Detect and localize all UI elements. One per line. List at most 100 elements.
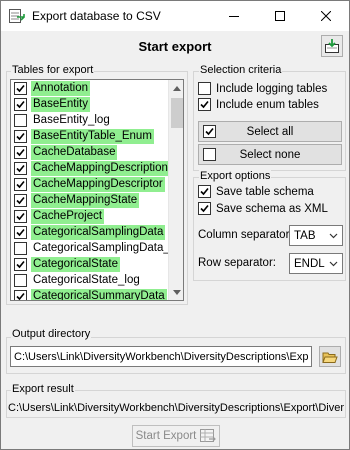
checkbox-box[interactable] — [198, 98, 211, 111]
include-enum-checkbox[interactable]: Include enum tables — [198, 98, 319, 111]
checkbox-box[interactable] — [198, 202, 211, 215]
checkbox-box[interactable] — [198, 185, 211, 198]
table-row[interactable]: CacheMappingDescriptor — [11, 176, 168, 192]
table-row-checkbox[interactable] — [14, 193, 27, 207]
table-row-label: CacheMappingDescription — [31, 160, 168, 176]
table-row-checkbox[interactable] — [14, 289, 27, 300]
select-none-box-icon — [203, 148, 216, 161]
table-row-label: CategoricalState — [31, 256, 121, 272]
table-row-label: CategoricalSummaryData — [31, 288, 167, 300]
scroll-up-button[interactable] — [169, 80, 183, 96]
include-logging-label: Include logging tables — [216, 82, 328, 95]
folder-open-icon — [322, 352, 338, 363]
row-separator-label: Row separator: — [198, 257, 276, 269]
table-row-label: BaseEntity — [31, 96, 90, 112]
title-bar[interactable]: Export database to CSV — [1, 1, 349, 31]
table-row-label: CategoricalState_log — [33, 273, 140, 286]
tables-group-label: Tables for export — [11, 64, 95, 76]
csv-export-app-icon — [9, 8, 25, 24]
close-button[interactable] — [303, 1, 349, 31]
table-row[interactable]: CategoricalState_log — [11, 272, 168, 288]
include-logging-checkbox[interactable]: Include logging tables — [198, 82, 327, 95]
checkbox-box[interactable] — [198, 82, 211, 95]
minimize-button[interactable] — [211, 1, 257, 31]
table-row[interactable]: CacheMappingDescription — [11, 160, 168, 176]
column-separator-select[interactable]: TAB — [289, 225, 343, 246]
table-row-checkbox[interactable] — [14, 129, 27, 143]
select-all-button[interactable]: Select all — [198, 121, 342, 142]
minimize-icon — [229, 16, 239, 17]
save-schema-checkbox[interactable]: Save table schema — [198, 185, 314, 198]
output-directory-field[interactable]: C:\Users\Link\DiversityWorkbench\Diversi… — [10, 346, 312, 367]
table-row-checkbox[interactable] — [14, 257, 27, 271]
output-directory-path: C:\Users\Link\DiversityWorkbench\Diversi… — [14, 350, 309, 363]
select-none-label: Select none — [239, 148, 301, 161]
table-row-label: CategoricalSamplingData_log — [33, 241, 168, 254]
row-separator-select[interactable]: ENDL — [289, 253, 343, 274]
window-title: Export database to CSV — [32, 9, 161, 23]
table-row[interactable]: CacheProject — [11, 208, 168, 224]
table-row-checkbox[interactable] — [14, 225, 27, 239]
start-export-button[interactable]: Start Export — [132, 425, 220, 447]
table-row[interactable]: BaseEntityTable_Enum — [11, 128, 168, 144]
table-row-checkbox[interactable] — [14, 145, 27, 159]
table-row-checkbox[interactable] — [14, 113, 27, 127]
table-row[interactable]: CategoricalSummaryData — [11, 288, 168, 300]
select-none-button[interactable]: Select none — [198, 144, 342, 165]
scroll-down-button[interactable] — [169, 284, 183, 300]
table-row-label: CacheDatabase — [31, 144, 118, 160]
tables-checklist[interactable]: Annotation BaseEntity BaseEntity_log BaseEn… — [10, 79, 184, 301]
table-row-checkbox[interactable] — [14, 273, 27, 287]
selection-criteria-label: Selection criteria — [199, 64, 283, 76]
column-separator-value: TAB — [294, 229, 316, 242]
table-row[interactable]: CacheDatabase — [11, 144, 168, 160]
export-result-label: Export result — [11, 383, 75, 395]
tables-scrollbar[interactable] — [168, 80, 183, 300]
save-xml-checkbox[interactable]: Save schema as XML — [198, 202, 328, 215]
select-all-check-icon — [203, 125, 216, 138]
table-row-label: BaseEntityTable_Enum — [31, 128, 154, 144]
save-schema-label: Save table schema — [216, 185, 314, 198]
scrollbar-thumb[interactable] — [171, 98, 183, 128]
table-row-checkbox[interactable] — [14, 97, 27, 111]
table-row-checkbox[interactable] — [14, 241, 27, 255]
scroll-down-icon — [173, 289, 181, 295]
table-row-label: BaseEntity_log — [33, 113, 110, 126]
table-row-checkbox[interactable] — [14, 209, 27, 223]
export-dialog-window: Export database to CSV Start export Tabl… — [0, 0, 350, 450]
chevron-down-icon — [328, 230, 339, 244]
table-row[interactable]: Annotation — [11, 80, 168, 96]
table-row-label: CacheProject — [31, 208, 105, 224]
close-icon — [321, 11, 331, 21]
table-row-label: Annotation — [31, 80, 90, 96]
table-row-label: CacheMappingState — [31, 192, 140, 208]
browse-folder-button[interactable] — [319, 346, 341, 367]
table-row[interactable]: CategoricalSamplingData — [11, 224, 168, 240]
output-directory-label: Output directory — [11, 328, 92, 340]
table-row[interactable]: CategoricalState — [11, 256, 168, 272]
row-separator-value: ENDL — [294, 257, 325, 270]
maximize-button[interactable] — [257, 1, 303, 31]
table-row[interactable]: BaseEntity_log — [11, 112, 168, 128]
table-row-label: CategoricalSamplingData — [31, 224, 166, 240]
export-icon — [325, 39, 339, 53]
table-row[interactable]: CategoricalSamplingData_log — [11, 240, 168, 256]
tables-list: Annotation BaseEntity BaseEntity_log BaseEn… — [11, 80, 168, 300]
include-enum-label: Include enum tables — [216, 98, 319, 111]
chevron-down-icon — [328, 258, 339, 272]
scroll-up-icon — [173, 85, 181, 91]
export-options-label: Export options — [199, 170, 272, 182]
export-icon-button[interactable] — [321, 35, 343, 57]
table-row[interactable]: BaseEntity — [11, 96, 168, 112]
select-all-label: Select all — [246, 125, 294, 138]
export-table-icon — [200, 429, 217, 442]
maximize-icon — [275, 11, 285, 21]
table-row-checkbox[interactable] — [14, 161, 27, 175]
table-row[interactable]: CacheMappingState — [11, 192, 168, 208]
export-result-text: C:\Users\Link\DiversityWorkbench\Diversi… — [8, 402, 344, 414]
table-row-checkbox[interactable] — [14, 81, 27, 95]
page-title: Start export — [138, 39, 212, 54]
column-separator-label: Column separator: — [198, 229, 293, 241]
table-row-checkbox[interactable] — [14, 177, 27, 191]
save-xml-label: Save schema as XML — [216, 202, 328, 215]
